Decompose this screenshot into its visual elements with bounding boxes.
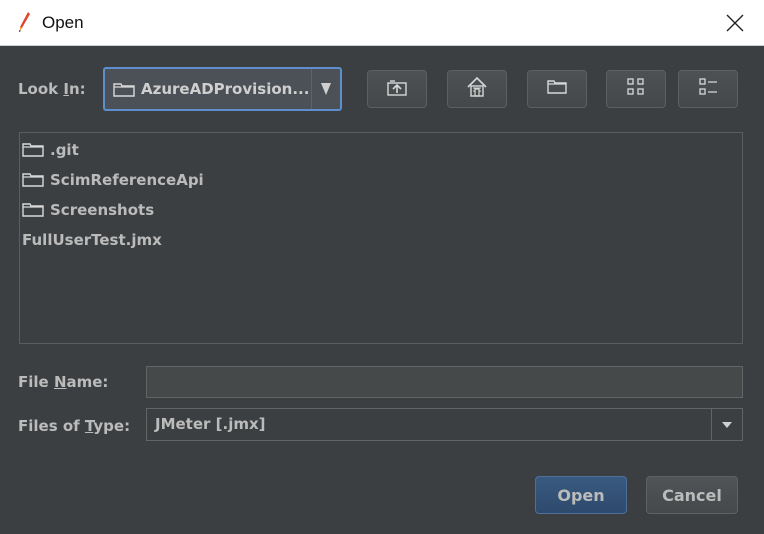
list-item-folder[interactable]: ScimReferenceApi	[22, 167, 204, 193]
folder-icon	[113, 82, 135, 101]
file-name-field[interactable]	[146, 366, 743, 398]
open-dialog: Look In: AzureADProvision... .git ScimRe…	[0, 46, 764, 534]
close-icon[interactable]	[706, 0, 764, 46]
list-item-folder[interactable]: Screenshots	[22, 197, 154, 223]
file-name: FullUserTest.jmx	[22, 231, 162, 249]
folder-icon	[22, 143, 44, 157]
look-in-combo[interactable]: AzureADProvision...	[103, 67, 342, 111]
files-of-type-combo[interactable]: JMeter [.jmx]	[146, 408, 743, 441]
folder-icon	[22, 173, 44, 187]
home-icon	[466, 76, 488, 102]
feather-pen-icon	[16, 11, 32, 33]
list-item-folder[interactable]: .git	[22, 137, 79, 163]
look-in-label: Look In:	[18, 80, 86, 98]
new-folder-icon	[546, 79, 568, 99]
file-name: Screenshots	[50, 201, 155, 219]
files-of-type-value: JMeter [.jmx]	[155, 415, 266, 433]
up-one-level-button[interactable]	[367, 70, 427, 108]
cancel-button[interactable]: Cancel	[646, 476, 738, 514]
files-of-type-label: Files of Type:	[18, 417, 131, 435]
title-bar: Open	[0, 0, 764, 46]
folder-up-icon	[386, 78, 408, 100]
home-button[interactable]	[447, 70, 507, 108]
file-list[interactable]: .git ScimReferenceApi Screenshots FullUs…	[19, 132, 743, 344]
dropdown-arrow-icon[interactable]	[711, 409, 742, 440]
file-name: ScimReferenceApi	[50, 171, 204, 189]
list-item-file[interactable]: FullUserTest.jmx	[22, 227, 162, 253]
details-view-icon	[697, 76, 719, 102]
list-view-button[interactable]	[606, 70, 666, 108]
window-title: Open	[42, 13, 84, 32]
list-view-icon	[625, 76, 647, 102]
new-folder-button[interactable]	[527, 70, 587, 108]
open-button[interactable]: Open	[535, 476, 627, 514]
look-in-value: AzureADProvision...	[141, 80, 310, 98]
file-name: .git	[50, 141, 79, 159]
dropdown-arrow-icon[interactable]	[311, 69, 340, 109]
folder-icon	[22, 203, 44, 217]
file-name-label: File Name:	[18, 373, 109, 391]
details-view-button[interactable]	[678, 70, 738, 108]
